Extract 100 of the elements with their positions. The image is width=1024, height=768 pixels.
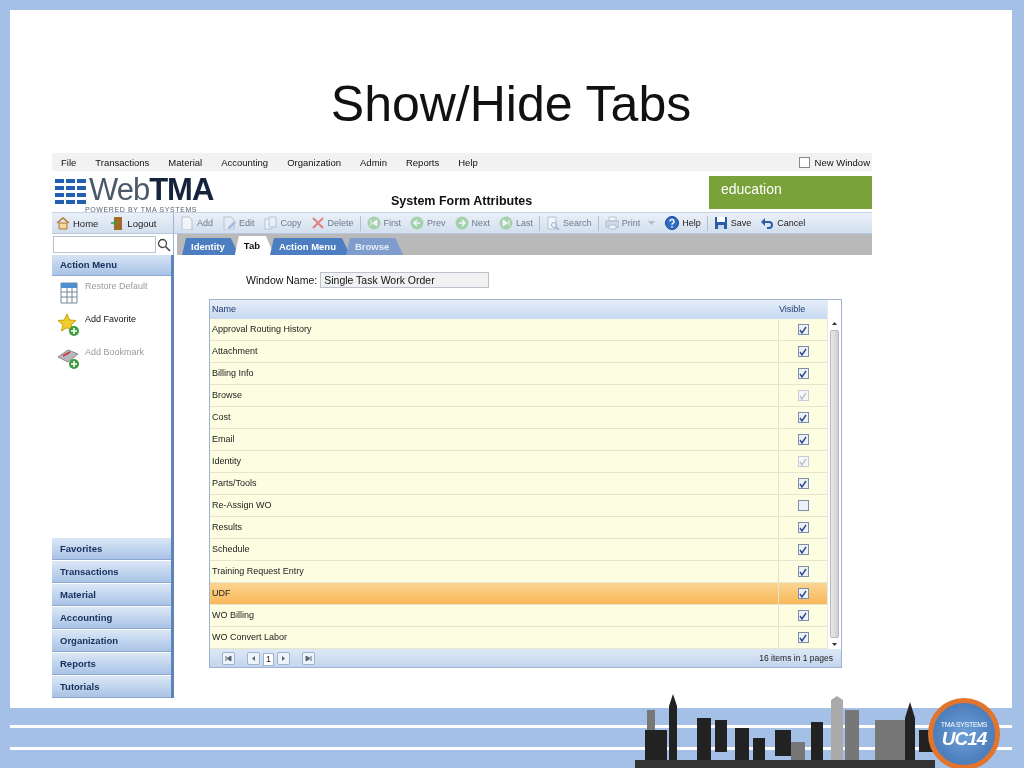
check-icon xyxy=(799,523,807,532)
column-header[interactable]: Visible xyxy=(777,300,827,319)
accordion-header[interactable]: Tutorials xyxy=(52,675,171,698)
pager-button[interactable] xyxy=(277,651,290,665)
menu-item[interactable]: Admin xyxy=(360,156,387,168)
input-field[interactable]: Single Task Work Order xyxy=(320,272,490,288)
pager-button[interactable] xyxy=(222,651,235,665)
table-cell-text: Training Request Entry xyxy=(211,565,305,578)
door-icon xyxy=(110,216,125,230)
page-number[interactable]: 1 xyxy=(263,652,274,666)
search-field[interactable] xyxy=(53,236,156,253)
nav-button[interactable]: Logout xyxy=(110,216,157,230)
checkbox[interactable] xyxy=(797,522,809,533)
star-add-icon xyxy=(57,312,81,337)
menu-item[interactable]: File xyxy=(61,156,77,168)
home-icon xyxy=(56,216,70,230)
menu-item[interactable]: Accounting xyxy=(221,156,269,168)
checkbox[interactable] xyxy=(798,156,810,168)
pager-summary: 16 items in 1 pages xyxy=(758,653,833,663)
skip-forward-icon xyxy=(305,654,312,662)
badge-text: UC14 xyxy=(941,728,987,748)
table-cell-text: Email xyxy=(211,433,236,446)
menu-item[interactable]: Reports xyxy=(405,156,440,168)
check-icon xyxy=(799,479,807,488)
accordion-header[interactable]: Transactions xyxy=(52,560,171,583)
table-cell-text: Browse xyxy=(211,389,243,402)
scroll-thumb[interactable] xyxy=(830,330,839,638)
pager-button[interactable] xyxy=(247,651,260,665)
table-icon xyxy=(57,279,81,304)
skip-back-icon xyxy=(225,654,232,662)
table-cell-text: Schedule xyxy=(211,543,251,556)
forward-arrow-icon xyxy=(280,654,287,662)
table-row[interactable]: Training Request Entry xyxy=(210,561,827,583)
table-row[interactable]: Results xyxy=(210,517,827,539)
checkbox[interactable] xyxy=(797,632,809,643)
table-cell-text: WO Billing xyxy=(211,609,255,622)
table-row[interactable]: Approval Routing History xyxy=(210,319,827,341)
checkbox[interactable] xyxy=(797,500,809,511)
checkbox[interactable] xyxy=(797,478,809,489)
skip-forward-icon xyxy=(499,216,514,230)
table-cell-text: Results xyxy=(211,521,243,534)
back-arrow-icon xyxy=(250,654,257,662)
table-row[interactable]: Billing Info xyxy=(210,363,827,385)
check-icon xyxy=(799,589,807,598)
accordion-header[interactable]: Reports xyxy=(52,652,171,675)
checkbox[interactable] xyxy=(797,544,809,555)
search-icon xyxy=(546,216,561,230)
table-row[interactable]: WO Billing xyxy=(210,605,827,627)
checkbox[interactable] xyxy=(797,412,809,423)
skip-back-icon xyxy=(366,216,381,230)
undo-icon xyxy=(760,216,775,230)
menu-item[interactable]: Organization xyxy=(287,156,342,168)
check-icon xyxy=(799,567,807,576)
table-row[interactable]: Re-Assign WO xyxy=(210,495,827,517)
menu-item[interactable]: Transactions xyxy=(95,156,150,168)
logo-wordmark: WebTMA xyxy=(89,175,214,205)
checkbox[interactable] xyxy=(797,368,809,379)
check-icon xyxy=(799,633,807,642)
column-header[interactable]: Name xyxy=(210,300,777,319)
search-icon[interactable] xyxy=(157,237,171,252)
table-cell-text: WO Convert Labor xyxy=(211,631,289,644)
banner: education xyxy=(709,176,872,209)
menu-item[interactable]: Help xyxy=(458,156,478,168)
accordion-header[interactable]: Accounting xyxy=(52,606,171,629)
table-cell-text: Identity xyxy=(211,455,243,468)
checkbox[interactable] xyxy=(797,588,809,599)
checkbox-label: New Window xyxy=(814,156,870,168)
table-row[interactable]: Parts/Tools xyxy=(210,473,827,495)
accordion-header[interactable]: Organization xyxy=(52,629,171,652)
check-icon xyxy=(799,435,807,444)
accordion-header[interactable]: Material xyxy=(52,583,171,606)
check-icon xyxy=(799,611,807,620)
toolbar-button[interactable]: Save xyxy=(713,216,752,230)
page-icon xyxy=(180,216,194,230)
table-cell-text: Re-Assign WO xyxy=(211,499,273,512)
checkbox[interactable] xyxy=(797,610,809,621)
table-row[interactable]: Attachment xyxy=(210,341,827,363)
table-cell-text: Billing Info xyxy=(211,367,255,380)
scrollbar[interactable] xyxy=(827,300,841,649)
checkbox[interactable] xyxy=(797,434,809,445)
tab[interactable]: Tab xyxy=(234,236,274,255)
nav-button[interactable]: Home xyxy=(56,216,99,230)
table-row[interactable]: Email xyxy=(210,429,827,451)
forward-arrow-icon xyxy=(454,216,469,230)
menu-item[interactable]: Material xyxy=(168,156,203,168)
table-cell-text: Attachment xyxy=(211,345,259,358)
checkbox[interactable] xyxy=(797,324,809,335)
checkbox[interactable] xyxy=(797,346,809,357)
action-item[interactable]: Add Favorite xyxy=(52,312,171,345)
toolbar-button[interactable]: Help xyxy=(665,216,701,230)
tab[interactable]: Action Menu xyxy=(269,238,350,255)
table-row[interactable]: Cost xyxy=(210,407,827,429)
form-title: System Form Attributes xyxy=(391,194,533,208)
pager-button[interactable] xyxy=(302,651,315,665)
checkbox[interactable] xyxy=(797,566,809,577)
table-row[interactable]: WO Convert Labor xyxy=(210,627,827,649)
table-row[interactable]: Schedule xyxy=(210,539,827,561)
table-row[interactable]: UDF xyxy=(210,583,827,605)
toolbar-button[interactable]: Cancel xyxy=(760,216,806,230)
accordion-header[interactable]: Favorites xyxy=(52,537,171,560)
